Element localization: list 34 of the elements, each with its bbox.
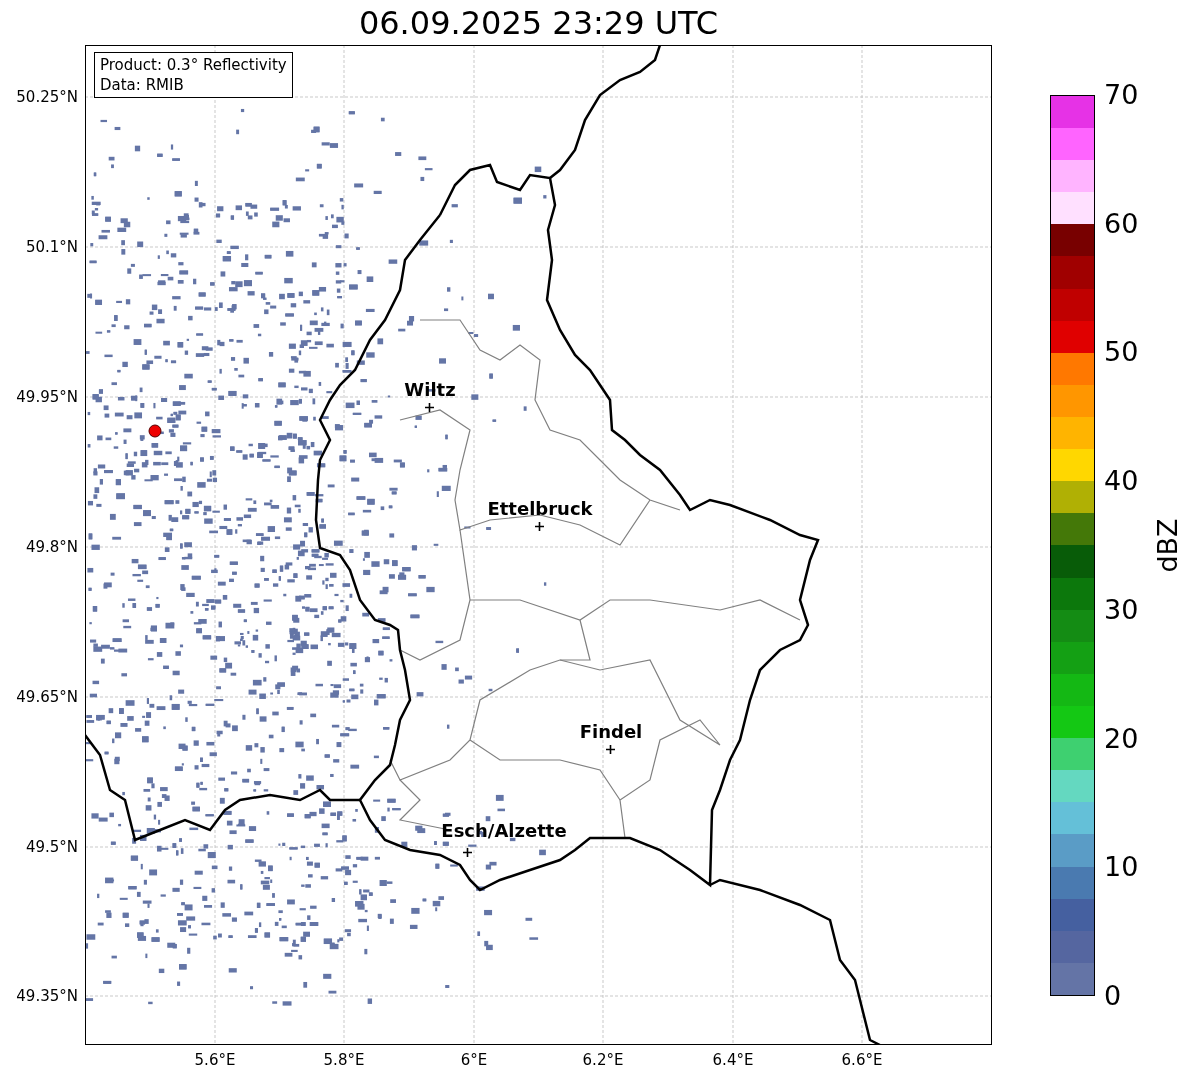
city-label: Findel xyxy=(579,721,643,742)
colorbar-tick-label: 30 xyxy=(1104,593,1139,626)
city-marker-icon xyxy=(606,745,615,754)
info-text: Data: RMIB xyxy=(100,75,185,95)
colorbar-tick-label: 50 xyxy=(1104,336,1139,369)
latitude-label: 49.5°N xyxy=(25,838,78,856)
colorbar-tick-label: 70 xyxy=(1104,79,1139,111)
chart-title: 06.09.2025 23:29 UTC xyxy=(357,4,720,42)
city-marker-icon xyxy=(425,403,434,412)
latitude-label: 49.8°N xyxy=(25,538,78,556)
city-marker-icon xyxy=(535,522,544,531)
city-label: Esch/Alzette xyxy=(441,820,567,841)
longitude-label: 6.6°E xyxy=(840,1051,884,1069)
city-marker-icon xyxy=(463,848,472,857)
colorbar-tick-label: 0 xyxy=(1104,979,1122,1012)
city-label: Wiltz xyxy=(404,379,456,400)
latitude-label: 50.1°N xyxy=(25,238,78,256)
longitude-label: 6.4°E xyxy=(711,1051,755,1069)
longitude-label: 6°E xyxy=(459,1051,489,1069)
colorbar-tick-label: 40 xyxy=(1104,465,1139,498)
radar-site-icon xyxy=(148,424,162,438)
longitude-label: 5.8°E xyxy=(322,1051,366,1069)
latitude-label: 49.65°N xyxy=(16,688,78,706)
colorbar-tick-label: 60 xyxy=(1104,207,1139,240)
info-text: Product: 0.3° Reflectivity xyxy=(100,55,287,75)
colorbar-tick-label: 20 xyxy=(1104,722,1139,755)
colorbar-label: dBZ xyxy=(1151,518,1183,573)
longitude-label: 5.6°E xyxy=(193,1051,237,1069)
city-label: Ettelbruck xyxy=(487,498,593,519)
longitude-label: 6.2°E xyxy=(581,1051,625,1069)
colorbar-tick-label: 10 xyxy=(1104,851,1139,884)
latitude-label: 49.95°N xyxy=(16,388,78,406)
latitude-label: 50.25°N xyxy=(16,88,78,106)
latitude-label: 49.35°N xyxy=(16,987,78,1005)
